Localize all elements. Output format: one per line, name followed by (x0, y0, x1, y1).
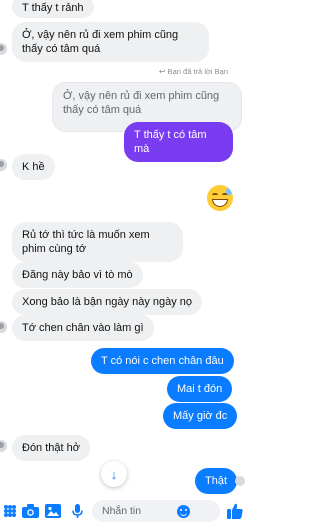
message-incoming[interactable]: T thấy t rảnh (12, 0, 94, 18)
smile-icon[interactable] (177, 505, 190, 518)
message-text: Đăng này bảo vì tò mò (22, 269, 133, 281)
message-text: Rủ tớ thì tức là muốn xem phim cùng tớ (22, 229, 150, 255)
message-text: Mấy giờ đc (173, 410, 228, 422)
message-incoming[interactable]: Ở, vậy nên rủ đi xem phim cũng thấy có t… (12, 22, 209, 62)
message-text: T thấy t có tâm mà (134, 129, 207, 155)
message-input-placeholder: Nhắn tin (102, 505, 142, 517)
message-text: Tớ chen chân vào làm gì (22, 322, 144, 334)
message-text: K hề (22, 161, 45, 173)
message-text: T có nói c chen chân đâu (101, 355, 224, 367)
message-incoming[interactable]: Rủ tớ thì tức là muốn xem phim cùng tớ (12, 222, 183, 262)
sweat-smile-emoji-icon (207, 185, 233, 211)
reply-arrow-icon: ↩ (158, 67, 166, 76)
seen-avatar (235, 476, 245, 486)
message-incoming[interactable]: Xong bảo là bận ngày này ngày nọ (12, 289, 203, 315)
quoted-text: Ở, vậy nên rủ đi xem phim cũng thấy có t… (63, 90, 220, 116)
camera-icon[interactable] (21, 502, 39, 520)
avatar[interactable] (0, 440, 7, 452)
reply-indicator: ↩ Bạn đã trả lời Bạn (159, 67, 228, 76)
message-outgoing[interactable]: Thật (195, 468, 238, 494)
message-input[interactable]: Nhắn tin (92, 500, 220, 522)
message-outgoing[interactable]: Mấy giờ đc (163, 403, 238, 429)
scroll-down-button[interactable]: ↓ (101, 461, 127, 487)
message-text: Xong bảo là bận ngày này ngày nọ (22, 296, 193, 308)
message-text: Thật (205, 475, 228, 487)
avatar[interactable] (0, 43, 7, 55)
message-outgoing[interactable]: T có nói c chen chân đâu (91, 348, 234, 374)
message-text: Mai t đón (177, 383, 223, 395)
message-text: Đón thật hở (22, 442, 80, 454)
message-incoming[interactable]: K hề (12, 154, 55, 180)
message-outgoing[interactable]: Mai t đón (167, 376, 233, 402)
microphone-icon[interactable] (70, 502, 84, 520)
avatar[interactable] (0, 321, 7, 333)
thumbs-up-icon[interactable] (226, 502, 244, 520)
grid-icon[interactable] (2, 503, 18, 519)
reply-note-text: Bạn đã trả lời Bạn (167, 67, 228, 76)
image-icon[interactable] (44, 502, 62, 520)
message-text: Ở, vậy nên rủ đi xem phim cũng thấy có t… (22, 29, 179, 55)
arrow-down-icon: ↓ (110, 466, 118, 482)
message-incoming[interactable]: Tớ chen chân vào làm gì (12, 315, 154, 341)
avatar[interactable] (0, 159, 7, 171)
message-text: T thấy t rảnh (22, 2, 84, 14)
message-incoming[interactable]: Đón thật hở (12, 435, 90, 461)
message-outgoing[interactable]: T thấy t có tâm mà (124, 122, 233, 162)
message-incoming[interactable]: Đăng này bảo vì tò mò (12, 262, 143, 288)
